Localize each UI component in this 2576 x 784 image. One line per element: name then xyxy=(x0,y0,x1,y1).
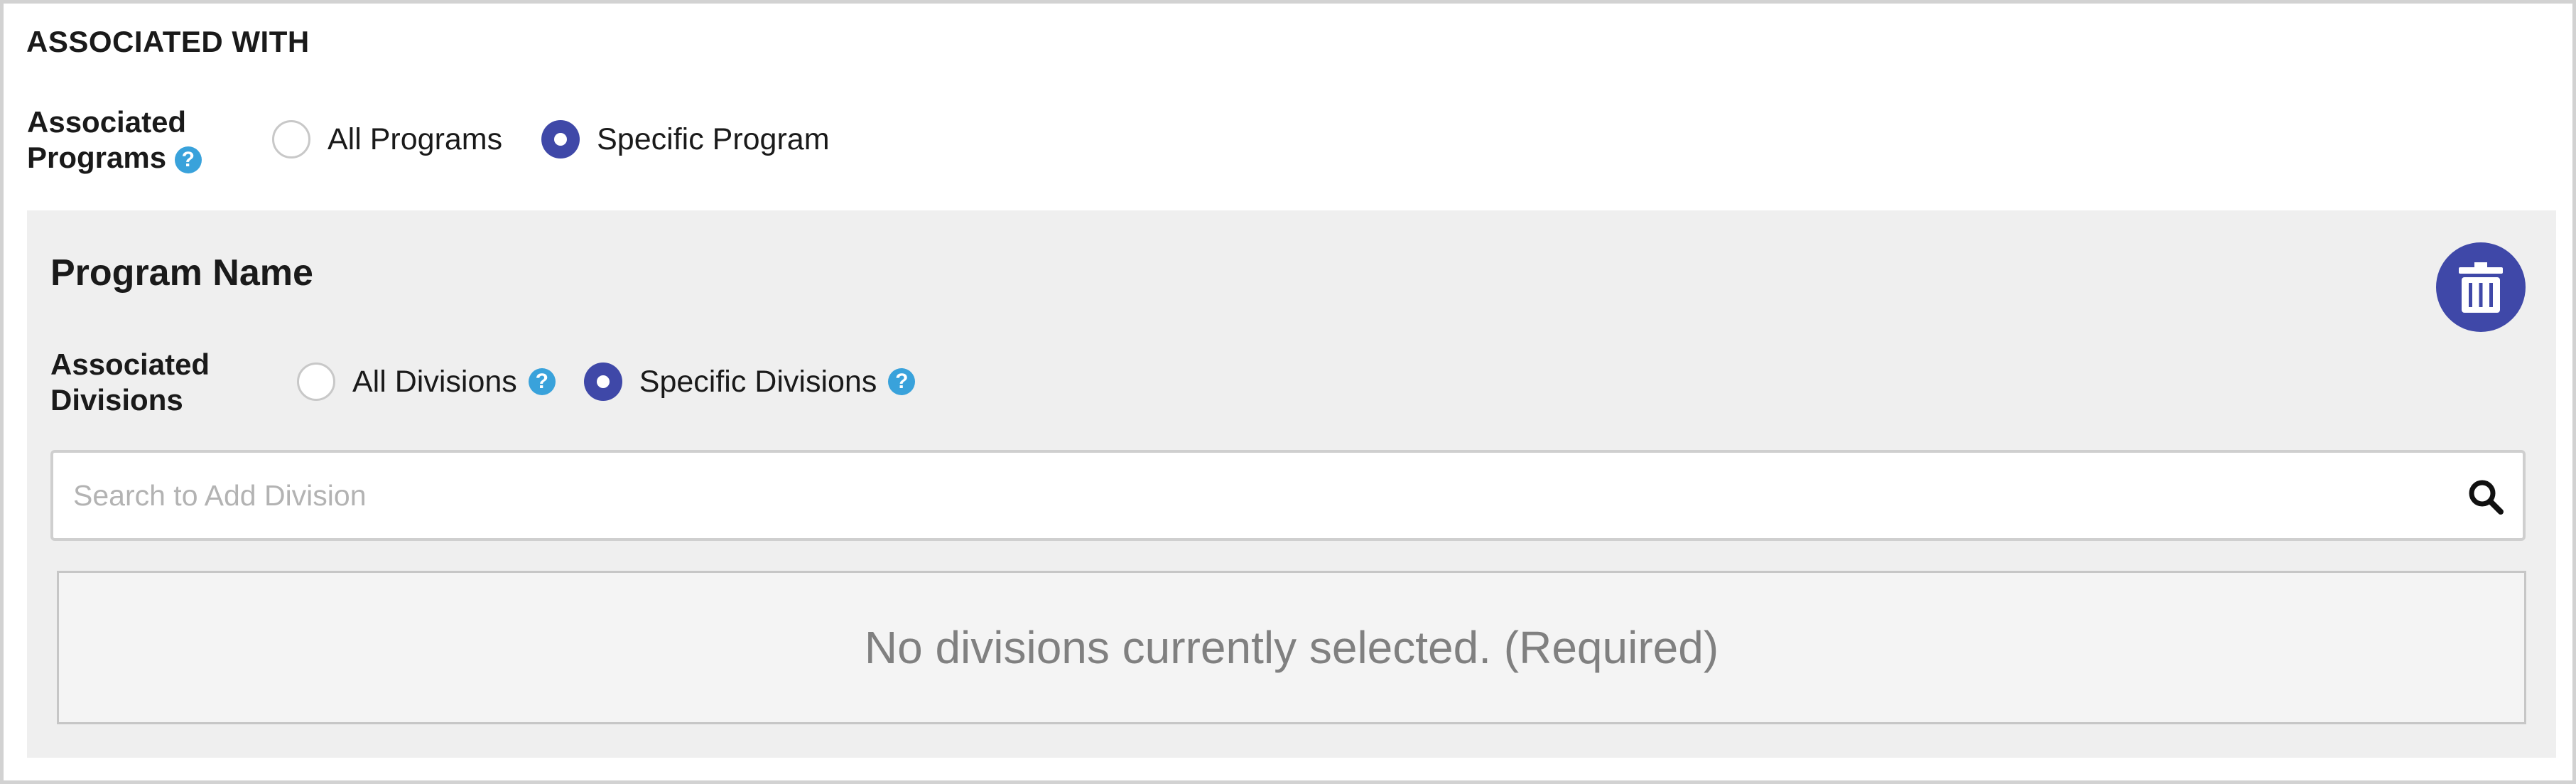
program-name-heading: Program Name xyxy=(50,252,313,294)
radio-label-specific-program: Specific Program xyxy=(597,122,830,156)
associated-programs-radio-group: All Programs Specific Program xyxy=(272,120,860,159)
division-search-box xyxy=(50,450,2526,541)
associated-with-section: ASSOCIATED WITH Associated Programs ? Al… xyxy=(0,0,2576,784)
selected-divisions-empty-state: No divisions currently selected. (Requir… xyxy=(57,571,2526,724)
help-icon[interactable]: ? xyxy=(174,146,202,173)
radio-button-unchecked[interactable] xyxy=(272,120,310,159)
empty-state-message: No divisions currently selected. (Requir… xyxy=(864,622,1719,673)
program-panel: Program Name Associated Divisions All Di… xyxy=(27,210,2556,758)
associated-programs-label-line2: Programs xyxy=(27,141,167,174)
radio-specific-divisions[interactable]: Specific Divisions ? xyxy=(583,363,916,401)
radio-label-specific-divisions: Specific Divisions xyxy=(639,364,877,399)
associated-divisions-label-line1: Associated xyxy=(50,348,210,381)
radio-label-all-programs: All Programs xyxy=(328,122,503,156)
division-search-input[interactable] xyxy=(53,453,2440,538)
search-icon[interactable] xyxy=(2466,477,2506,517)
radio-label-all-divisions: All Divisions xyxy=(352,364,517,399)
associated-programs-label-line1: Associated xyxy=(27,105,187,139)
help-icon[interactable]: ? xyxy=(528,368,556,395)
associated-divisions-radio-group: All Divisions ? Specific Divisions ? xyxy=(297,363,945,401)
trash-icon xyxy=(2459,262,2503,313)
associated-programs-label: Associated Programs ? xyxy=(27,104,202,176)
section-title: ASSOCIATED WITH xyxy=(26,25,310,58)
radio-button-checked[interactable] xyxy=(541,120,580,159)
associated-divisions-label: Associated Divisions xyxy=(50,347,210,418)
radio-all-divisions[interactable]: All Divisions ? xyxy=(297,363,556,401)
radio-specific-program[interactable]: Specific Program xyxy=(541,120,830,159)
help-icon[interactable]: ? xyxy=(888,368,916,395)
radio-button-unchecked[interactable] xyxy=(297,363,335,401)
radio-button-checked[interactable] xyxy=(583,363,622,401)
delete-program-button[interactable] xyxy=(2436,242,2526,332)
radio-all-programs[interactable]: All Programs xyxy=(272,120,502,159)
associated-divisions-label-line2: Divisions xyxy=(50,383,183,417)
